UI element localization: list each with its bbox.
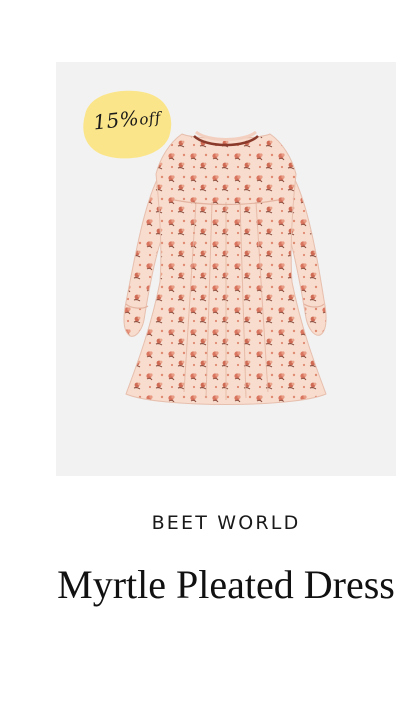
discount-percent: 15% <box>92 105 141 135</box>
discount-badge: 15%off <box>75 85 175 163</box>
discount-suffix: off <box>138 108 162 129</box>
product-card[interactable]: 15%off BEET WORLD Myrtle Pleated Dress <box>0 0 400 704</box>
product-title[interactable]: Myrtle Pleated Dress <box>50 562 400 608</box>
brand-name[interactable]: BEET WORLD <box>0 512 400 534</box>
